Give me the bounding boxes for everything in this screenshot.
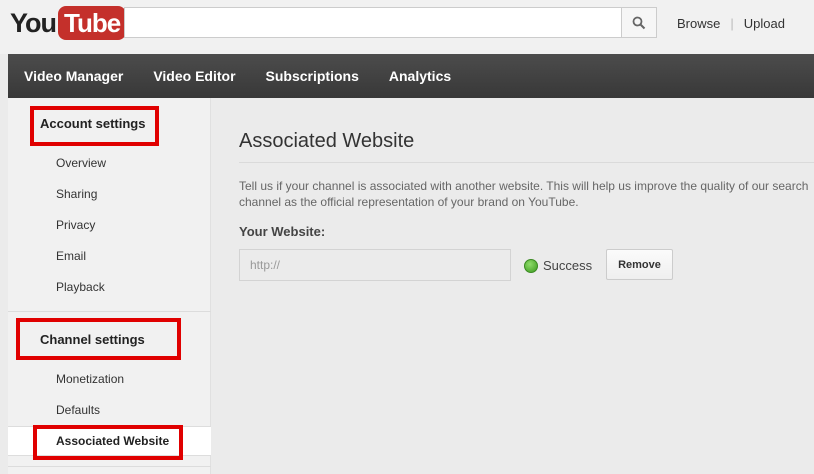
page-description: Tell us if your channel is associated wi… <box>239 178 814 210</box>
logo-you-text: You <box>10 7 57 38</box>
sidebar-item-sharing[interactable]: Sharing <box>56 187 97 201</box>
remove-button[interactable]: Remove <box>606 249 673 280</box>
website-field[interactable] <box>239 249 511 281</box>
upload-link[interactable]: Upload <box>744 16 785 31</box>
success-dot-icon <box>524 258 538 273</box>
nav-subscriptions[interactable]: Subscriptions <box>266 68 359 84</box>
logo-tube-text: Tube <box>58 6 127 40</box>
sidebar-item-overview[interactable]: Overview <box>56 156 106 170</box>
page-title: Associated Website <box>239 130 415 152</box>
description-line-2: channel as the official representation o… <box>239 195 579 209</box>
channel-settings-heading[interactable]: Channel settings <box>40 332 145 347</box>
browse-link[interactable]: Browse <box>677 16 720 31</box>
settings-sidebar: Account settings Overview Sharing Privac… <box>8 98 211 474</box>
status-text: Success <box>543 258 593 273</box>
nav-video-manager[interactable]: Video Manager <box>24 68 123 84</box>
link-separator: | <box>730 16 734 31</box>
search-input[interactable] <box>124 7 622 38</box>
creator-nav: Video Manager Video Editor Subscriptions… <box>8 54 814 98</box>
top-links: Browse | Upload <box>677 16 785 31</box>
sidebar-item-email[interactable]: Email <box>56 249 86 263</box>
status-indicator: Success <box>524 258 592 273</box>
website-label: Your Website: <box>239 224 326 239</box>
sidebar-item-privacy[interactable]: Privacy <box>56 218 95 232</box>
sidebar-item-label: Associated Website <box>56 434 170 448</box>
description-line-1: Tell us if your channel is associated wi… <box>239 179 809 193</box>
sidebar-item-monetization[interactable]: Monetization <box>56 372 124 386</box>
nav-analytics[interactable]: Analytics <box>389 68 451 84</box>
sidebar-divider <box>8 466 211 467</box>
masthead: You Tube Browse | Upload <box>0 0 814 54</box>
sidebar-divider <box>8 311 211 312</box>
sidebar-item-associated-website[interactable]: Associated Website <box>8 426 211 456</box>
nav-video-editor[interactable]: Video Editor <box>153 68 235 84</box>
search-button[interactable] <box>621 7 657 38</box>
youtube-logo[interactable]: You Tube <box>10 6 127 40</box>
search-icon <box>632 16 646 29</box>
account-settings-heading[interactable]: Account settings <box>40 116 145 131</box>
title-divider <box>239 162 814 163</box>
sidebar-item-playback[interactable]: Playback <box>56 280 105 294</box>
sidebar-item-defaults[interactable]: Defaults <box>56 403 100 417</box>
